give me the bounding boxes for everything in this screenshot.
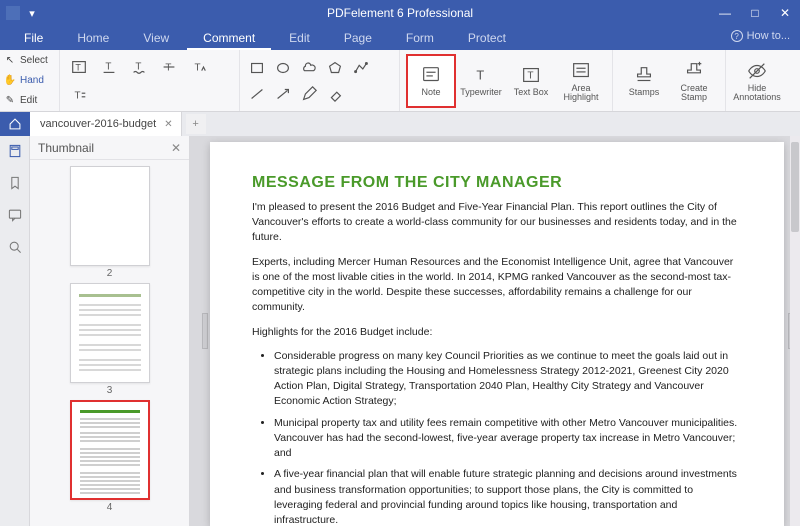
pane-handle-left[interactable] <box>202 313 208 349</box>
note-button[interactable]: Note <box>406 54 456 108</box>
title-bar: ▾ PDFelement 6 Professional — □ ✕ <box>0 0 800 26</box>
svg-text:T: T <box>105 61 111 72</box>
maximize-button[interactable]: □ <box>740 0 770 26</box>
rail-thumbnails[interactable] <box>6 142 24 160</box>
rail-comments[interactable] <box>6 206 24 224</box>
minimize-button[interactable]: — <box>710 0 740 26</box>
page-bullet: Considerable progress on many key Counci… <box>274 349 742 410</box>
arrow-shape[interactable] <box>272 83 294 105</box>
tab-comment[interactable]: Comment <box>187 27 271 50</box>
svg-text:T: T <box>135 61 141 72</box>
page-paragraph: Experts, including Mercer Human Resource… <box>252 255 742 316</box>
how-to-button[interactable]: ? How to... <box>731 30 790 42</box>
thumbnail-page-3[interactable]: 3 <box>65 283 155 396</box>
underline-tool[interactable]: T <box>96 55 122 79</box>
rail-bookmarks[interactable] <box>6 174 24 192</box>
new-tab-button[interactable]: + <box>186 114 206 134</box>
thumbnail-panel: Thumbnail ✕ 2 3 <box>30 136 190 526</box>
thumbnail-close-icon[interactable]: ✕ <box>171 141 181 155</box>
page-heading: MESSAGE FROM THE CITY MANAGER <box>252 174 742 192</box>
ribbon-select-group: ↖Select ✋Hand ✎Edit <box>0 50 60 111</box>
thumbnail-page-2[interactable]: 2 <box>65 166 155 279</box>
left-rail <box>0 136 30 526</box>
rect-shape[interactable] <box>246 57 268 79</box>
oval-shape[interactable] <box>272 57 294 79</box>
tab-home[interactable]: Home <box>61 27 125 50</box>
thumbnail-list[interactable]: 2 3 <box>30 160 189 526</box>
area-highlight-icon <box>570 60 592 82</box>
how-to-label: How to... <box>747 30 790 42</box>
tab-file[interactable]: File <box>8 27 59 50</box>
tab-view[interactable]: View <box>127 27 185 50</box>
hide-annotations-button[interactable]: Hide Annotations <box>732 54 782 108</box>
strikeout-tool[interactable]: T <box>156 55 182 79</box>
create-stamp-button[interactable]: Create Stamp <box>669 54 719 108</box>
ribbon-shapes-group <box>240 50 400 111</box>
create-stamp-icon <box>683 60 705 82</box>
svg-text:T: T <box>476 68 484 83</box>
tab-protect[interactable]: Protect <box>452 27 522 50</box>
hide-icon <box>746 60 768 82</box>
caret-tool[interactable]: T <box>186 55 212 79</box>
page-bullet: Municipal property tax and utility fees … <box>274 416 742 462</box>
qat-dropdown-icon[interactable]: ▾ <box>26 7 38 19</box>
connected-lines[interactable] <box>350 57 372 79</box>
eraser-tool[interactable] <box>324 83 346 105</box>
svg-text:T: T <box>75 90 81 101</box>
tab-close-icon[interactable]: ✕ <box>164 119 172 130</box>
main-area: Thumbnail ✕ 2 3 <box>0 136 800 526</box>
home-icon <box>8 117 22 131</box>
ribbon-textmark-group: T T T T T T <box>60 50 240 111</box>
vertical-scrollbar[interactable] <box>790 136 800 526</box>
svg-text:T: T <box>165 62 171 73</box>
highlight-tool[interactable]: T <box>66 55 92 79</box>
page-canvas: MESSAGE FROM THE CITY MANAGER I'm please… <box>210 142 784 526</box>
hand-icon: ✋ <box>4 75 16 87</box>
rail-search[interactable] <box>6 238 24 256</box>
thumbnail-title: Thumbnail <box>38 141 94 155</box>
stamp-icon <box>633 64 655 86</box>
cursor-icon: ↖ <box>4 55 16 67</box>
app-title: PDFelement 6 Professional <box>327 6 473 20</box>
cloud-shape[interactable] <box>298 57 320 79</box>
menu-tabs: File Home View Comment Edit Page Form Pr… <box>0 26 800 50</box>
note-icon <box>420 64 442 86</box>
page-paragraph: I'm pleased to present the 2016 Budget a… <box>252 200 742 246</box>
document-tabs: vancouver-2016-budget ✕ + <box>0 112 800 136</box>
area-highlight-button[interactable]: Area Highlight <box>556 54 606 108</box>
textbox-button[interactable]: T Text Box <box>506 54 556 108</box>
document-view[interactable]: MESSAGE FROM THE CITY MANAGER I'm please… <box>190 136 800 526</box>
edit-icon: ✎ <box>4 94 16 106</box>
typewriter-button[interactable]: T Typewriter <box>456 54 506 108</box>
svg-text:T: T <box>195 62 201 73</box>
page-bullet: A five-year financial plan that will ena… <box>274 467 742 526</box>
ribbon: ↖Select ✋Hand ✎Edit T T T T T T Note T T… <box>0 50 800 112</box>
tab-edit[interactable]: Edit <box>273 27 326 50</box>
svg-text:T: T <box>75 62 81 72</box>
help-icon: ? <box>731 30 743 42</box>
typewriter-icon: T <box>470 64 492 86</box>
replace-tool[interactable]: T <box>66 83 92 107</box>
polygon-shape[interactable] <box>324 57 346 79</box>
document-tab-label: vancouver-2016-budget <box>40 118 156 130</box>
close-button[interactable]: ✕ <box>770 0 800 26</box>
textbox-icon: T <box>520 64 542 86</box>
tab-page[interactable]: Page <box>328 27 388 50</box>
squiggly-tool[interactable]: T <box>126 55 152 79</box>
home-tab[interactable] <box>0 112 30 136</box>
tab-form[interactable]: Form <box>390 27 450 50</box>
svg-text:T: T <box>527 71 533 82</box>
edit-tool[interactable]: ✎Edit <box>4 91 55 109</box>
document-tab[interactable]: vancouver-2016-budget ✕ <box>30 112 182 136</box>
hand-tool[interactable]: ✋Hand <box>4 72 55 90</box>
pencil-tool[interactable] <box>298 83 320 105</box>
app-icon <box>6 6 20 20</box>
scrollbar-thumb[interactable] <box>791 142 799 232</box>
page-paragraph: Highlights for the 2016 Budget include: <box>252 325 742 340</box>
select-tool[interactable]: ↖Select <box>4 52 55 70</box>
stamps-button[interactable]: Stamps <box>619 54 669 108</box>
line-shape[interactable] <box>246 83 268 105</box>
thumbnail-page-4[interactable]: 4 <box>65 400 155 513</box>
